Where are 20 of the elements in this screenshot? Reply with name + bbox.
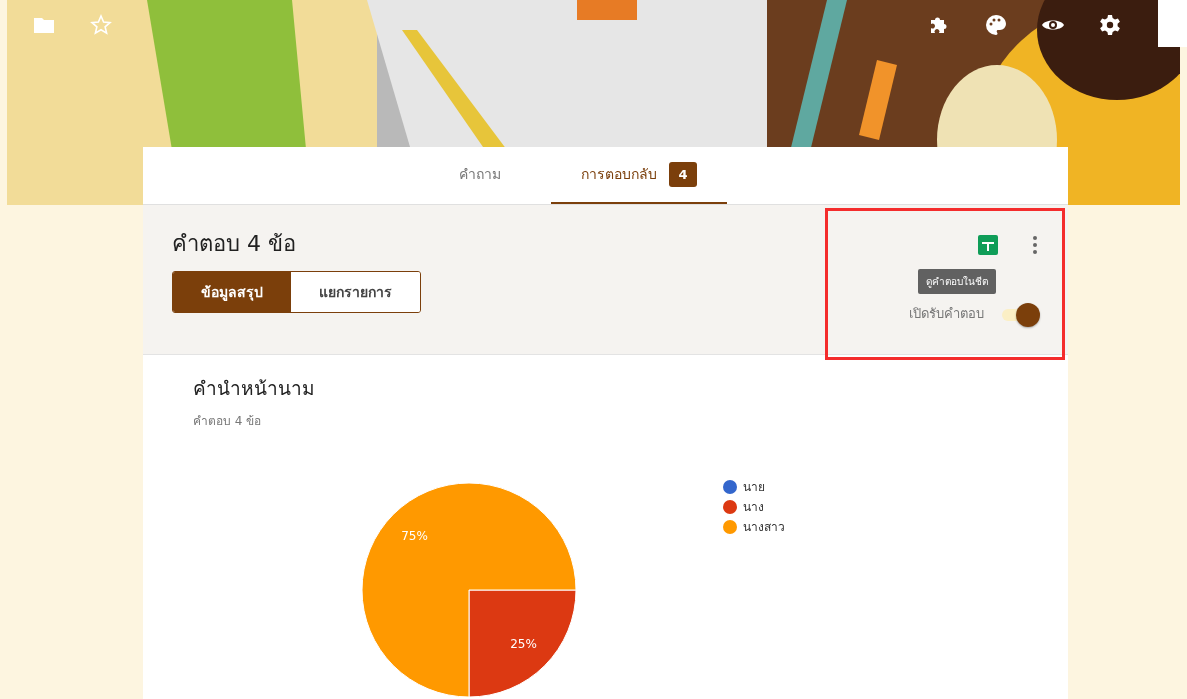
spreadsheet-icon[interactable] [978, 235, 998, 255]
legend-label: นาย [743, 478, 765, 496]
count-badge: 4 [669, 161, 697, 188]
question-title: คำนำหน้านาม [193, 377, 316, 400]
more-icon[interactable] [1032, 235, 1038, 255]
accepting-responses-label: เปิดรับคำตอบ [909, 305, 984, 324]
legend-label: นางสาว [743, 518, 785, 536]
slice-label: 25% [510, 637, 537, 652]
star-icon[interactable] [89, 13, 113, 37]
tooltip: ดูคำตอบในชีต [918, 269, 996, 294]
response-count: คำตอบ 4 ข้อ [193, 412, 263, 430]
legend-label: นาง [743, 498, 764, 516]
settings-icon[interactable] [1098, 13, 1122, 37]
view-toggle-button[interactable]: แยกรายการ [291, 272, 420, 313]
slice-label: 75% [401, 528, 428, 543]
toggle-switch[interactable] [1000, 304, 1038, 324]
tab[interactable]: คำถาม [439, 147, 522, 204]
palette-icon[interactable] [984, 13, 1008, 37]
responses-title: คำตอบ 4 ข้อ [172, 231, 297, 258]
view-toggle-button[interactable]: ข้อมูลสรุป [173, 272, 291, 313]
